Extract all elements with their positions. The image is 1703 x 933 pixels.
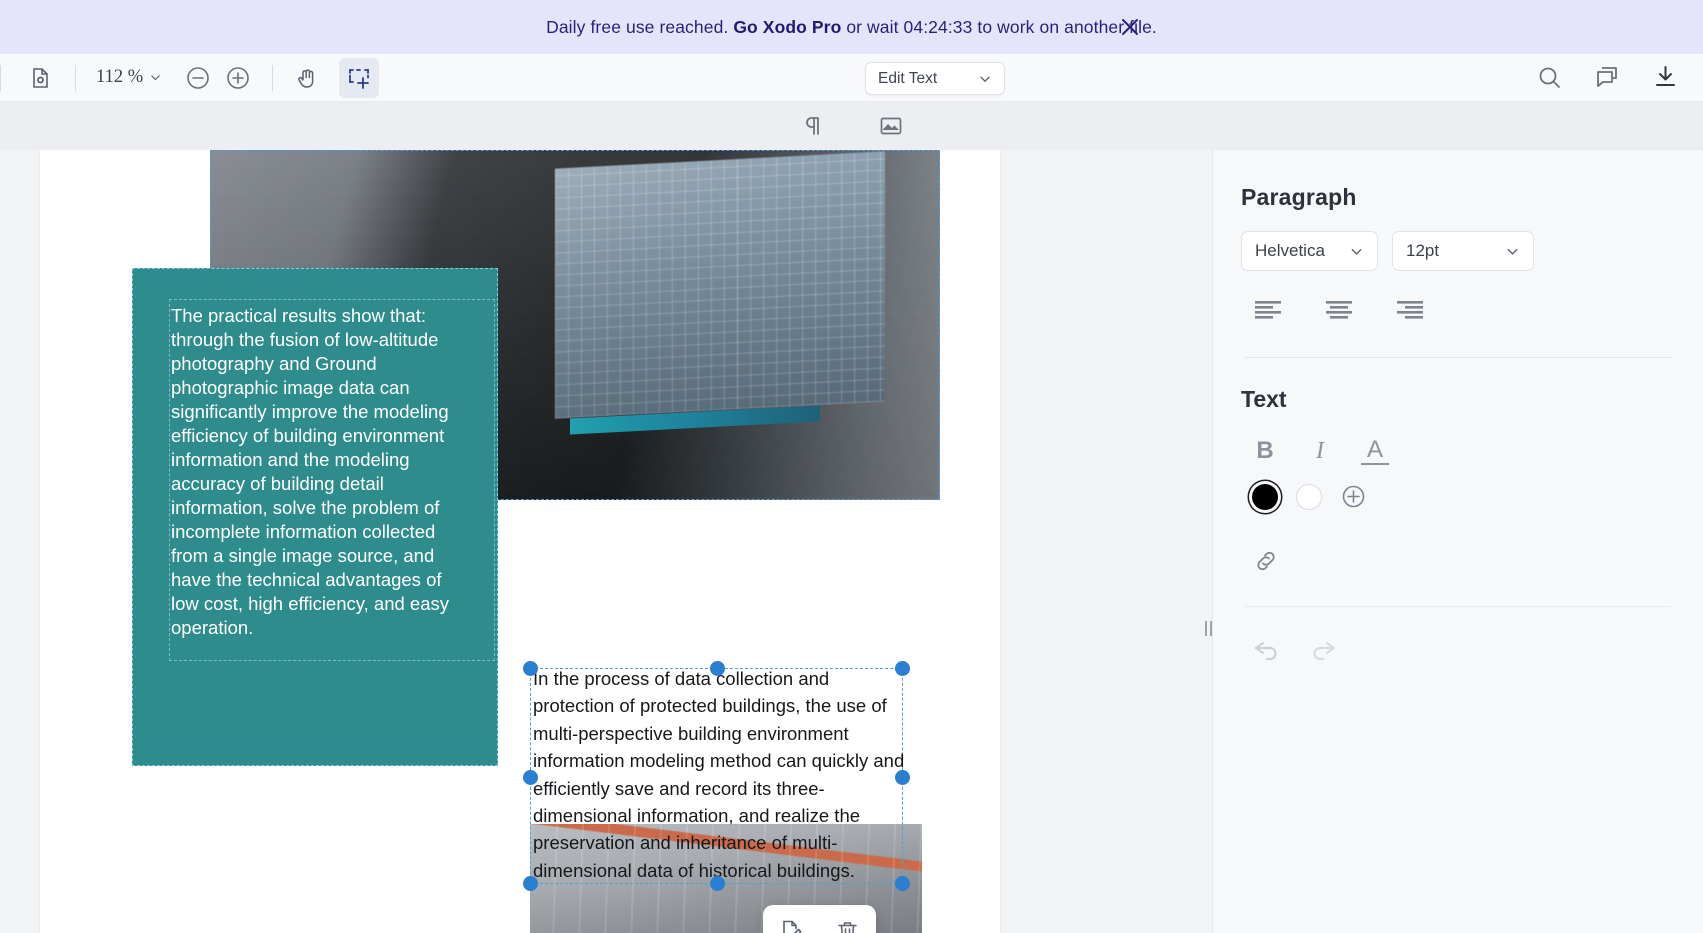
toolbar-right-group — [1529, 54, 1685, 101]
align-center-icon[interactable] — [1322, 297, 1356, 323]
zoom-level-value: 112 % — [96, 67, 144, 87]
toolbar-left-group: 112 % — [0, 54, 380, 101]
download-icon[interactable] — [1645, 58, 1685, 98]
toolbar-divider — [272, 64, 274, 91]
promo-banner-text: Daily free use reached. Go Xodo Pro or w… — [546, 17, 1157, 38]
chevron-down-icon — [1351, 248, 1362, 255]
resize-handle-middle-right[interactable] — [895, 770, 910, 785]
edit-mode-label: Edit Text — [878, 69, 938, 87]
trash-icon[interactable] — [829, 912, 867, 933]
hand-pan-icon[interactable] — [287, 58, 327, 98]
undo-icon[interactable] — [1251, 635, 1285, 665]
align-left-icon[interactable] — [1251, 297, 1285, 323]
teal-text-content: The practical results show that: through… — [171, 305, 449, 638]
chevron-down-icon — [151, 75, 160, 81]
bold-button[interactable]: B — [1251, 437, 1279, 465]
insert-image-icon[interactable] — [870, 109, 912, 143]
teal-text-block[interactable]: The practical results show that: through… — [132, 268, 498, 766]
zoom-out-icon[interactable] — [178, 58, 218, 98]
chevron-down-icon — [1507, 248, 1518, 255]
font-family-value: Helvetica — [1255, 241, 1325, 260]
document-settings-icon[interactable] — [21, 58, 61, 98]
chevron-down-icon — [980, 76, 990, 82]
resize-handle-middle-left[interactable] — [523, 770, 538, 785]
toolbar-divider — [75, 64, 76, 91]
main-toolbar: 112 % Edit Text — [0, 54, 1703, 102]
panel-resize-handle-icon[interactable] — [1201, 610, 1215, 646]
promo-text-after: or wait 04:24:33 to work on another file… — [841, 16, 1157, 37]
resize-handle-top-center[interactable] — [710, 661, 725, 676]
resize-handle-top-left[interactable] — [523, 661, 538, 676]
link-icon[interactable] — [1251, 546, 1281, 576]
text-line: dimensional information, and realize the — [533, 805, 861, 827]
font-size-dropdown[interactable]: 12pt — [1392, 231, 1534, 271]
paragraph-section-title: Paragraph — [1241, 184, 1357, 210]
add-color-icon[interactable] — [1340, 483, 1367, 510]
text-line: preservation and inheritance of multi- — [533, 832, 838, 854]
text-style-row: B I A — [1241, 437, 1675, 465]
comments-icon[interactable] — [1587, 58, 1627, 98]
underline-button[interactable]: A — [1361, 437, 1389, 465]
resize-handle-top-right[interactable] — [895, 661, 910, 676]
paragraph-pilcrow-icon[interactable] — [792, 109, 834, 143]
search-icon[interactable] — [1529, 58, 1569, 98]
text-line: efficiently save and record its three- — [533, 777, 825, 799]
close-icon[interactable] — [1115, 12, 1145, 42]
resize-handle-bottom-left[interactable] — [523, 876, 538, 891]
document-viewport[interactable]: The practical results show that: through… — [0, 150, 1212, 933]
sidebar-divider — [1245, 357, 1671, 358]
color-swatch-white[interactable] — [1296, 483, 1322, 510]
sidebar-content: Paragraph Helvetica 12pt Text B I A — [1213, 150, 1703, 665]
font-size-value: 12pt — [1406, 241, 1440, 260]
zoom-level-dropdown[interactable]: 112 % — [90, 63, 168, 92]
pdf-page: The practical results show that: through… — [40, 150, 1000, 933]
resize-handle-bottom-center[interactable] — [710, 876, 725, 891]
color-swatch-black[interactable] — [1252, 483, 1278, 510]
redo-icon[interactable] — [1305, 635, 1339, 665]
history-row — [1241, 635, 1675, 665]
promo-banner: Daily free use reached. Go Xodo Pro or w… — [0, 0, 1703, 54]
zoom-in-icon[interactable] — [218, 58, 258, 98]
align-right-icon[interactable] — [1393, 297, 1427, 323]
text-section-title: Text — [1241, 386, 1287, 412]
text-line: multi-perspective building environment — [533, 722, 849, 744]
image-screen-accent — [570, 405, 820, 435]
text-line: protection of protected buildings, the u… — [533, 695, 887, 717]
italic-button[interactable]: I — [1306, 438, 1334, 465]
selection-float-toolbar — [763, 905, 876, 933]
promo-text-before: Daily free use reached. — [546, 16, 734, 37]
edit-document-icon[interactable] — [772, 912, 810, 933]
edit-subtoolbar — [0, 102, 1703, 150]
edit-mode-dropdown[interactable]: Edit Text — [865, 62, 1005, 95]
font-family-dropdown[interactable]: Helvetica — [1241, 231, 1378, 271]
app-root: Daily free use reached. Go Xodo Pro or w… — [0, 0, 1703, 933]
select-area-icon[interactable] — [339, 57, 380, 98]
font-controls-row: Helvetica 12pt — [1241, 231, 1675, 271]
toolbar-divider — [0, 64, 1, 91]
color-swatch-row — [1241, 483, 1675, 510]
text-line: information modeling method can quickly … — [533, 750, 905, 772]
sidebar-divider-2 — [1245, 606, 1671, 607]
promo-cta-link[interactable]: Go Xodo Pro — [733, 17, 841, 37]
alignment-row — [1241, 297, 1675, 323]
selected-text-block[interactable]: In the process of data collection and pr… — [523, 661, 910, 891]
selected-text-content: In the process of data collection and pr… — [533, 665, 915, 884]
link-row — [1241, 546, 1675, 576]
resize-handle-bottom-right[interactable] — [895, 876, 910, 891]
properties-sidebar: Paragraph Helvetica 12pt Text B I A — [1204, 150, 1703, 933]
